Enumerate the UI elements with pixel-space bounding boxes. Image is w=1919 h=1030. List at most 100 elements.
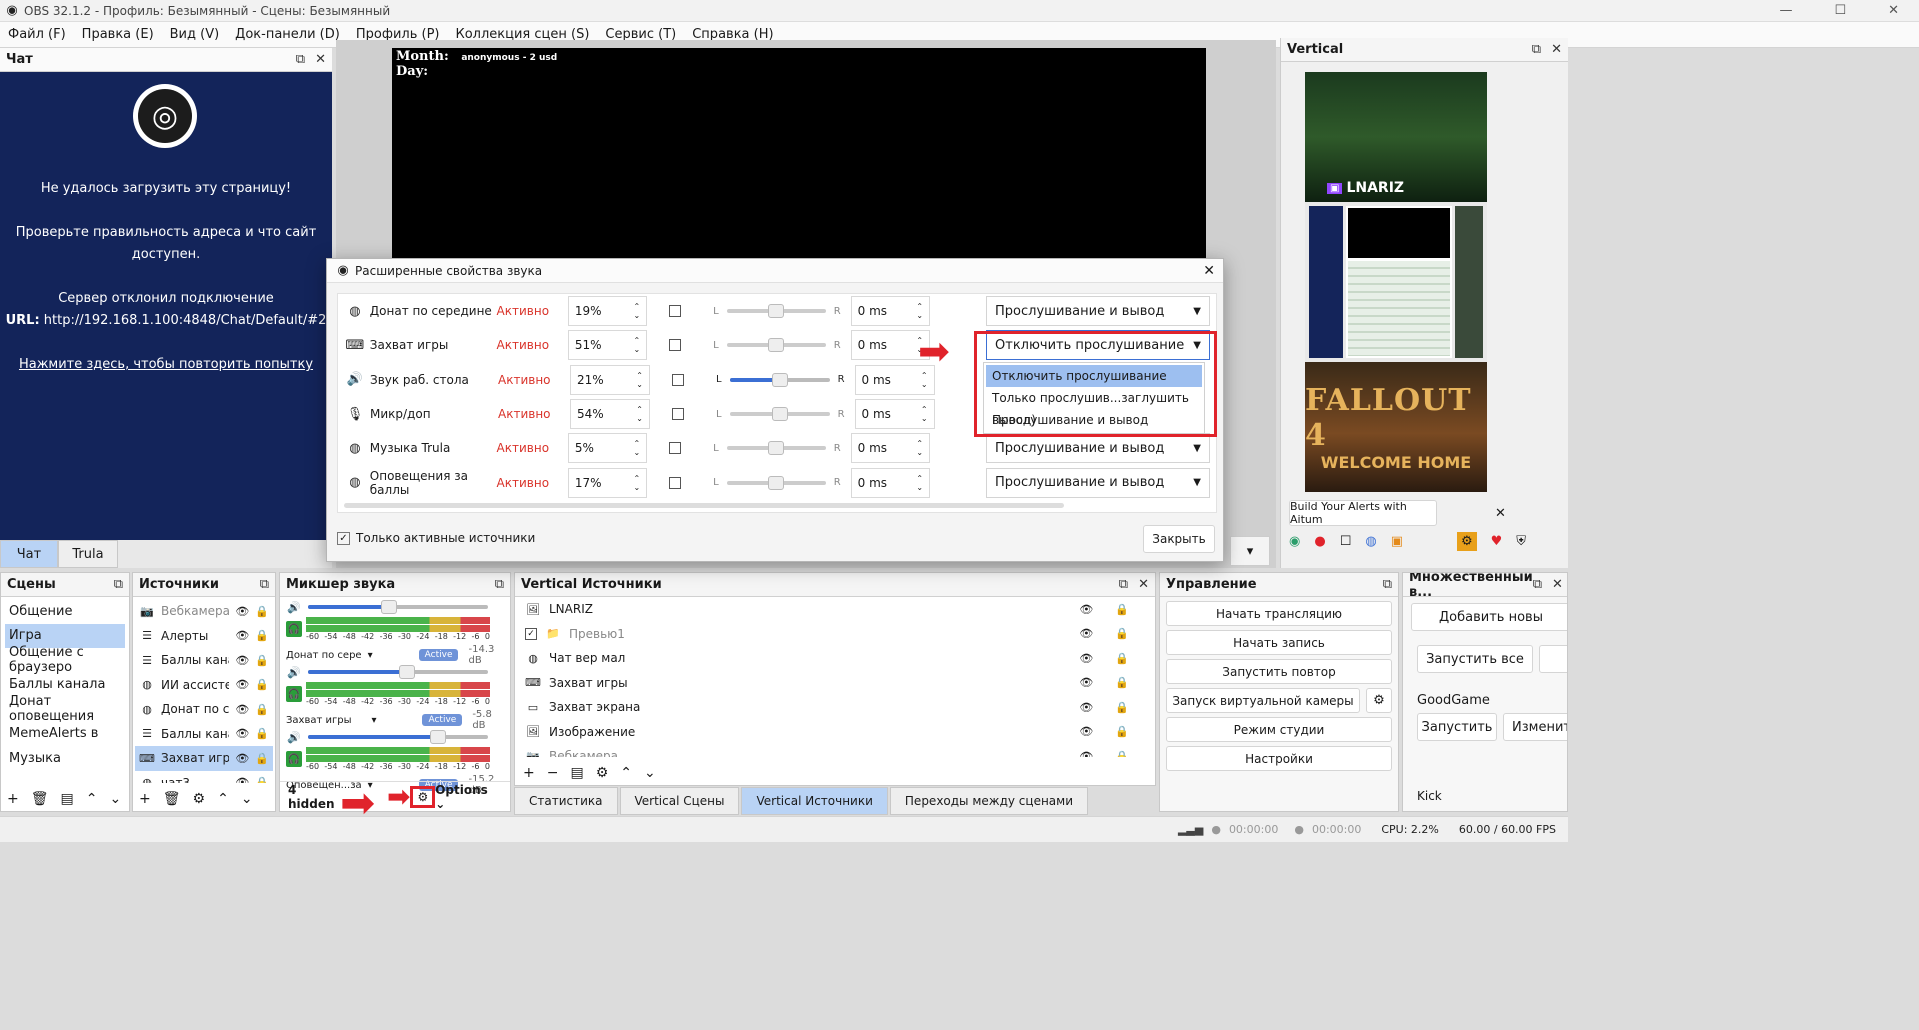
- scene-item[interactable]: Донат оповещения: [5, 694, 125, 724]
- lock-icon[interactable]: 🔒: [1115, 725, 1129, 738]
- lock-icon[interactable]: 🔒: [255, 654, 269, 667]
- advanced-audio-button[interactable]: ⚙: [410, 785, 436, 808]
- retry-link[interactable]: Нажмите здесь, чтобы повторить попытку: [0, 354, 332, 376]
- add-icon[interactable]: +: [7, 791, 19, 807]
- vsource-item[interactable]: 🖼 LNARIZ 👁 🔒: [515, 597, 1155, 622]
- color-icon[interactable]: ◍: [1365, 534, 1376, 549]
- balance-slider[interactable]: [726, 441, 826, 456]
- volume-slider[interactable]: [308, 600, 488, 614]
- volume-spinbox[interactable]: 19% ⌃ ⌄: [567, 296, 648, 327]
- sync-offset-spinbox[interactable]: 0 ms ⌃ ⌄: [850, 467, 931, 498]
- mono-checkbox[interactable]: [672, 408, 684, 421]
- float-icon[interactable]: ⧉: [114, 577, 123, 592]
- scene-item[interactable]: MemeAlerts в: [5, 722, 125, 747]
- bottom-tab[interactable]: Vertical Сцены: [619, 787, 740, 815]
- lock-icon[interactable]: 🔒: [255, 752, 269, 765]
- monitoring-combo[interactable]: Прослушивание и вывод ▼: [986, 296, 1210, 327]
- eye-icon[interactable]: 👁: [235, 654, 249, 667]
- mono-checkbox[interactable]: [669, 339, 682, 352]
- eye-icon[interactable]: 👁: [235, 678, 249, 691]
- gear-icon[interactable]: ⚙: [193, 791, 206, 807]
- record-wave-icon[interactable]: ◉: [1289, 534, 1300, 549]
- volume-spinbox[interactable]: 21% ⌃ ⌄: [570, 364, 650, 395]
- close-icon[interactable]: ✕: [1551, 42, 1562, 57]
- spin-arrows-icon[interactable]: ⌃ ⌄: [636, 371, 643, 389]
- volume-spinbox[interactable]: 5% ⌃ ⌄: [567, 433, 648, 464]
- eye-icon[interactable]: 👁: [1079, 676, 1093, 689]
- options-button[interactable]: Options ⌄: [435, 783, 502, 811]
- bottom-tab[interactable]: Vertical Источники: [741, 787, 888, 815]
- spin-arrows-icon[interactable]: ⌃ ⌄: [921, 371, 928, 389]
- volume-spinbox[interactable]: 51% ⌃ ⌄: [567, 330, 648, 361]
- eye-icon[interactable]: 👁: [1079, 627, 1093, 640]
- record-icon[interactable]: ●: [1314, 534, 1325, 549]
- volume-knob[interactable]: [429, 730, 446, 744]
- up-icon[interactable]: ⌃: [620, 765, 632, 781]
- trash-icon[interactable]: 🗑: [31, 791, 49, 807]
- tab-chat[interactable]: Чат: [0, 540, 58, 568]
- down-icon[interactable]: ⌄: [644, 765, 656, 781]
- lock-icon[interactable]: 🔒: [255, 727, 269, 740]
- control-button[interactable]: Начать запись: [1166, 630, 1392, 655]
- lock-icon[interactable]: 🔒: [255, 703, 269, 716]
- add-new-button[interactable]: Добавить новы: [1411, 603, 1567, 631]
- vsource-item[interactable]: ▭ Захват экрана 👁 🔒: [515, 695, 1155, 720]
- down-icon[interactable]: ⌄: [241, 791, 253, 807]
- eye-icon[interactable]: 👁: [235, 752, 249, 765]
- vsource-item[interactable]: ⌨ Захват игры 👁 🔒: [515, 671, 1155, 696]
- spin-arrows-icon[interactable]: ⌃ ⌄: [921, 405, 928, 423]
- close-icon[interactable]: ✕: [1552, 577, 1563, 592]
- balance-slider[interactable]: [726, 338, 826, 353]
- control-button[interactable]: Запуск виртуальной камеры: [1166, 688, 1360, 713]
- eye-icon[interactable]: 👁: [235, 776, 249, 783]
- lock-icon[interactable]: 🔒: [255, 678, 269, 691]
- source-item[interactable]: ☰ Баллы кана 👁 🔒: [135, 722, 273, 747]
- balance-slider[interactable]: [726, 475, 826, 490]
- settings-icon[interactable]: ⚙: [1456, 532, 1477, 551]
- balance-knob[interactable]: [771, 372, 788, 387]
- eye-icon[interactable]: 👁: [235, 727, 249, 740]
- bottom-tab[interactable]: Статистика: [514, 787, 618, 815]
- chevron-down-icon[interactable]: ▾: [371, 715, 376, 726]
- start-all-button[interactable]: Запустить все: [1417, 645, 1533, 673]
- gear-icon[interactable]: ⚙: [1366, 688, 1392, 713]
- spin-arrows-icon[interactable]: ⌃ ⌄: [633, 439, 640, 457]
- eye-icon[interactable]: 👁: [1079, 603, 1093, 616]
- volume-spinbox[interactable]: 54% ⌃ ⌄: [570, 399, 650, 430]
- float-icon[interactable]: ⧉: [260, 577, 269, 592]
- vsource-item[interactable]: ◍ Чат вер мал 👁 🔒: [515, 646, 1155, 671]
- speaker-icon[interactable]: 🔊: [286, 729, 302, 745]
- float-icon[interactable]: ⧉: [296, 52, 305, 67]
- only-active-checkbox[interactable]: ✓: [337, 531, 350, 545]
- menu-item[interactable]: Вид (V): [170, 27, 220, 42]
- lock-icon[interactable]: 🔒: [1115, 701, 1129, 714]
- menu-item[interactable]: Док-панели (D): [235, 27, 340, 42]
- source-item[interactable]: ◍ Донат по се 👁 🔒: [135, 697, 273, 722]
- heart-icon[interactable]: ♥: [1491, 534, 1503, 549]
- menu-item[interactable]: Файл (F): [8, 27, 66, 42]
- up-icon[interactable]: ⌃: [217, 791, 229, 807]
- eye-icon[interactable]: 👁: [235, 703, 249, 716]
- mono-checkbox[interactable]: [669, 476, 682, 489]
- headphones-icon[interactable]: 🎧: [286, 751, 302, 767]
- balance-slider[interactable]: [726, 304, 826, 319]
- lock-icon[interactable]: 🔒: [255, 629, 269, 642]
- volume-slider[interactable]: [308, 730, 488, 744]
- tab-trula[interactable]: Trula: [58, 540, 118, 568]
- mono-checkbox[interactable]: [669, 305, 682, 318]
- balance-knob[interactable]: [768, 441, 785, 456]
- gear-icon[interactable]: ⚙: [596, 765, 609, 781]
- vertical-preview[interactable]: ▣ LNARIZ FALLOUT 4 WELCOME HOME: [1305, 72, 1487, 492]
- sync-offset-spinbox[interactable]: 0 ms ⌃ ⌄: [850, 296, 931, 327]
- spin-arrows-icon[interactable]: ⌃ ⌄: [916, 474, 923, 492]
- vsource-item[interactable]: 🖼 Изображение 👁 🔒: [515, 720, 1155, 745]
- close-button[interactable]: Закрыть: [1143, 525, 1215, 553]
- extra-button[interactable]: [1539, 645, 1567, 673]
- balance-knob[interactable]: [768, 338, 785, 353]
- dropdown-option[interactable]: Отключить прослушивание: [986, 365, 1202, 387]
- balance-slider[interactable]: [729, 407, 830, 422]
- bottom-tab[interactable]: Переходы между сценами: [889, 787, 1088, 815]
- trash-icon[interactable]: 🗑: [163, 791, 181, 807]
- spin-arrows-icon[interactable]: ⌃ ⌄: [633, 302, 640, 320]
- lock-icon[interactable]: 🔒: [1115, 603, 1129, 616]
